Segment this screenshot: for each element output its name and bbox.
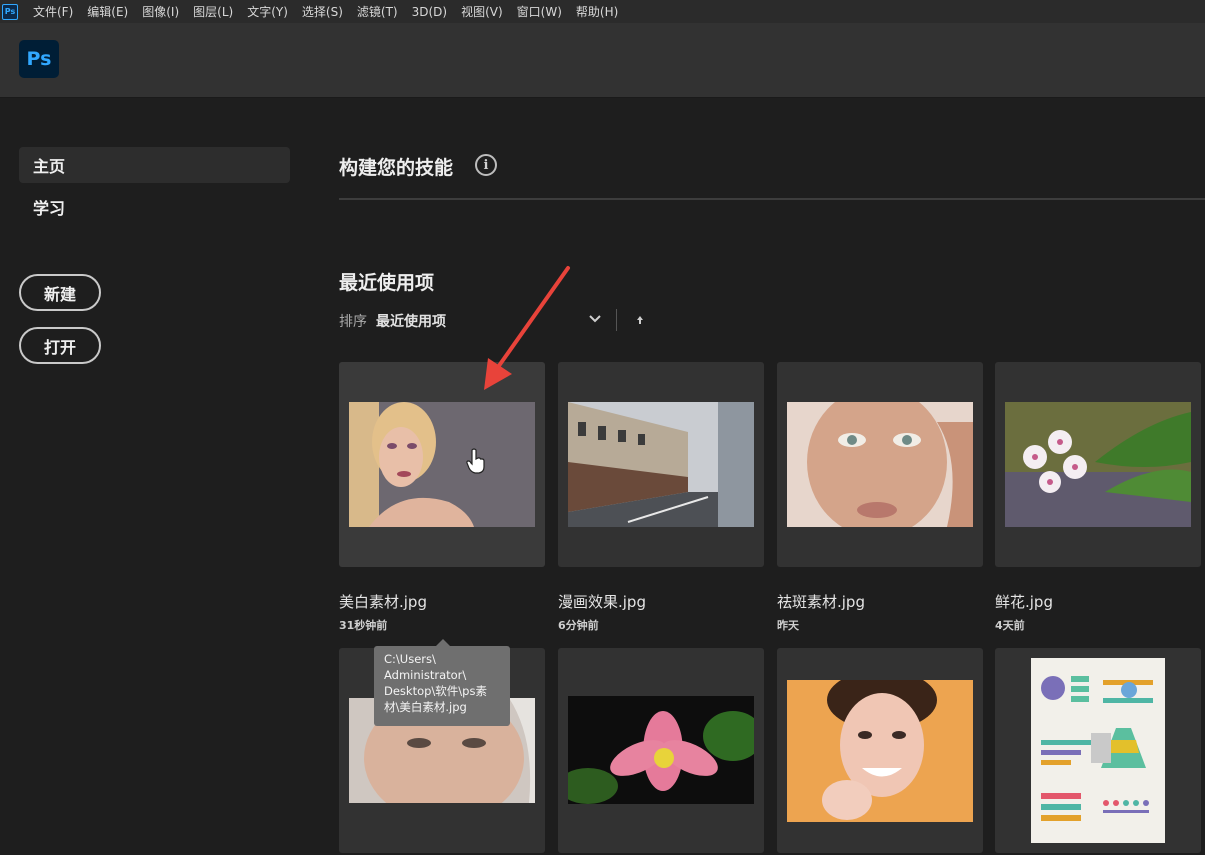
section-divider xyxy=(339,198,1205,200)
thumbnail-beauty-portrait xyxy=(349,402,535,527)
recent-file-card-2[interactable] xyxy=(558,362,764,567)
skills-title: 构建您的技能 xyxy=(339,157,454,179)
menu-layer[interactable]: 图层(L) xyxy=(186,3,240,20)
thumbnail-infographic xyxy=(1031,658,1165,843)
file-time-2: 6分钟前 xyxy=(558,619,599,632)
file-name-3[interactable]: 祛斑素材.jpg xyxy=(777,591,865,612)
chevron-down-icon[interactable] xyxy=(588,312,602,326)
menu-image[interactable]: 图像(I) xyxy=(135,3,186,20)
recent-file-card-6[interactable] xyxy=(558,648,764,853)
thumbnail-street xyxy=(568,402,754,527)
file-name-4[interactable]: 鲜花.jpg xyxy=(995,591,1053,612)
file-time-4: 4天前 xyxy=(995,619,1025,632)
sort-separator xyxy=(616,309,617,331)
file-time-3: 昨天 xyxy=(777,619,799,632)
recent-file-card-8[interactable] xyxy=(995,648,1201,853)
sidebar-item-learn[interactable]: 学习 xyxy=(19,189,290,225)
home-header: Ps xyxy=(0,23,1205,98)
thumbnail-lotus xyxy=(568,696,754,804)
hand-pointer-cursor-icon xyxy=(466,448,485,474)
menu-select[interactable]: 选择(S) xyxy=(295,3,350,20)
thumbnail-smiling-woman xyxy=(787,680,973,822)
info-icon[interactable]: i xyxy=(475,154,497,176)
file-time-1: 31秒钟前 xyxy=(339,619,388,632)
menu-filter[interactable]: 滤镜(T) xyxy=(350,3,405,20)
menu-window[interactable]: 窗口(W) xyxy=(510,3,569,20)
tooltip-caret xyxy=(436,639,450,646)
menu-file[interactable]: 文件(F) xyxy=(26,3,80,20)
annotation-arrow-icon xyxy=(484,266,570,390)
sort-label: 排序 xyxy=(339,314,367,330)
recent-file-card-4[interactable] xyxy=(995,362,1201,567)
file-name-1[interactable]: 美白素材.jpg xyxy=(339,591,427,612)
menu-help[interactable]: 帮助(H) xyxy=(569,3,625,20)
new-button[interactable]: 新建 xyxy=(19,274,101,311)
thumbnail-face-closeup xyxy=(787,402,973,527)
sort-value[interactable]: 最近使用项 xyxy=(376,311,446,331)
file-name-2[interactable]: 漫画效果.jpg xyxy=(558,591,646,612)
sidebar: 主页 学习 新建 打开 xyxy=(0,98,310,855)
recent-file-card-3[interactable] xyxy=(777,362,983,567)
sidebar-item-home[interactable]: 主页 xyxy=(19,147,290,183)
recent-file-card-7[interactable] xyxy=(777,648,983,853)
photoshop-app-icon[interactable]: Ps xyxy=(2,3,18,20)
recent-title: 最近使用项 xyxy=(339,272,435,294)
thumbnail-flower xyxy=(1005,402,1191,527)
menu-view[interactable]: 视图(V) xyxy=(454,3,510,20)
photoshop-logo: Ps xyxy=(19,40,59,78)
menu-3d[interactable]: 3D(D) xyxy=(405,5,454,19)
menu-type[interactable]: 文字(Y) xyxy=(240,3,295,20)
sort-control[interactable]: 排序 最近使用项 xyxy=(339,310,446,332)
menu-bar: Ps 文件(F) 编辑(E) 图像(I) 图层(L) 文字(Y) 选择(S) 滤… xyxy=(0,0,1205,23)
menu-edit[interactable]: 编辑(E) xyxy=(80,3,135,20)
file-path-tooltip: C:\Users\ Administrator\ Desktop\软件\ps素 … xyxy=(374,646,510,726)
sort-direction-arrow-up-icon[interactable] xyxy=(634,313,646,327)
open-button[interactable]: 打开 xyxy=(19,327,101,364)
